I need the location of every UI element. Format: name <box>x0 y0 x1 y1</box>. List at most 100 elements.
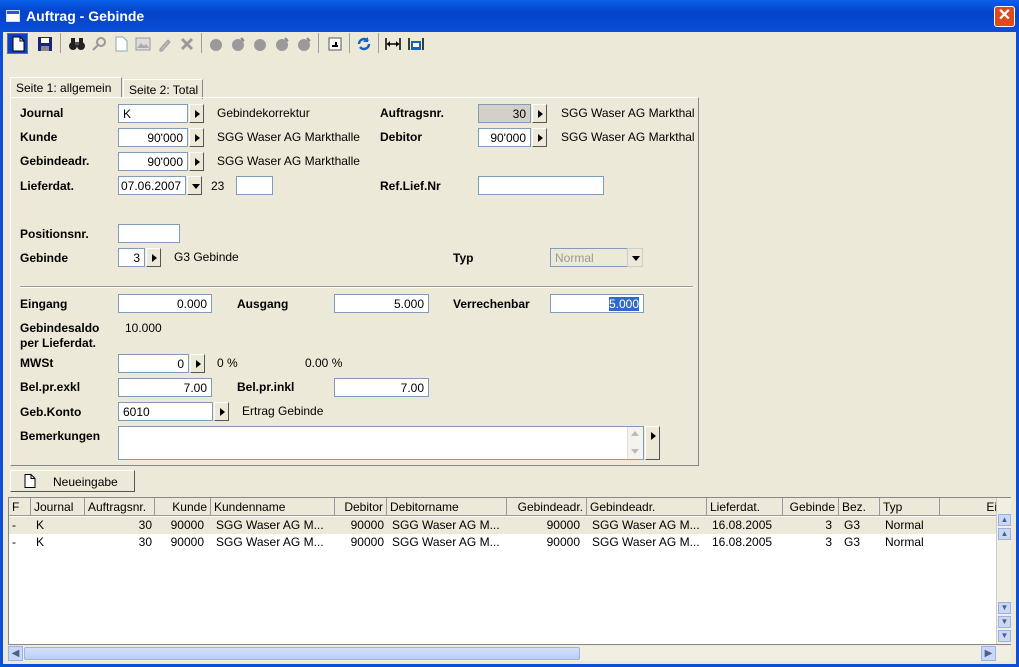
mwst-input[interactable]: 0 <box>118 354 189 373</box>
toolbar-separator <box>318 33 319 53</box>
circle-icon-5[interactable] <box>293 33 314 54</box>
gebindeadr-label: Gebindeadr. <box>20 154 90 168</box>
delete-icon[interactable] <box>176 33 197 54</box>
table-row[interactable]: - K 30 90000 SGG Waser AG M... 90000 SGG… <box>9 517 997 534</box>
bel-pr-exkl-input[interactable]: 7.00 <box>118 378 212 397</box>
tab-icon[interactable] <box>324 33 345 54</box>
column-header-debitor[interactable]: Debitor <box>335 498 387 516</box>
gebindeadr-input[interactable]: 90'000 <box>118 152 188 171</box>
scroll-down-icon <box>631 449 639 454</box>
positionsnr-input[interactable] <box>118 224 180 243</box>
ref-lief-nr-input[interactable] <box>478 176 604 195</box>
kunde-input[interactable]: 90'000 <box>118 128 188 147</box>
gebinde-arrow-button[interactable] <box>146 248 161 267</box>
save-icon[interactable] <box>34 33 55 54</box>
kunde-arrow-button[interactable] <box>189 128 204 147</box>
lieferdat-extra-input[interactable] <box>236 176 273 195</box>
neueingabe-button[interactable]: Neueingabe <box>10 470 135 492</box>
geb-konto-input[interactable]: 6010 <box>118 402 213 421</box>
column-header-ei[interactable]: Ei <box>940 498 1000 516</box>
circle-icon-3[interactable] <box>249 33 270 54</box>
mwst-arrow-button[interactable] <box>190 354 205 373</box>
auftragsnr-input[interactable]: 30 <box>478 104 531 123</box>
gebindesaldo-label-line2: per Lieferdat. <box>20 336 97 350</box>
journal-arrow-button[interactable] <box>189 104 204 123</box>
column-header-gebindeadr[interactable]: Gebindeadr. <box>507 498 587 516</box>
scroll-top-icon[interactable]: ▲ <box>998 514 1011 526</box>
verrechenbar-input[interactable]: 5.000 <box>550 294 644 313</box>
refresh-icon[interactable] <box>353 33 374 54</box>
new-document-icon[interactable] <box>7 33 28 54</box>
bemerkungen-scrollbar[interactable] <box>627 427 643 459</box>
gebindeadr-description: SGG Waser AG Markthalle <box>217 154 360 168</box>
edit-icon[interactable] <box>154 33 175 54</box>
column-header-gebinde[interactable]: Gebinde <box>783 498 839 516</box>
eingang-input[interactable]: 0.000 <box>118 294 212 313</box>
scroll-down-icon[interactable]: ▼ <box>998 602 1011 614</box>
expand-icon[interactable] <box>382 33 403 54</box>
column-header-gebindeadr-name[interactable]: Gebindeadr. <box>587 498 707 516</box>
verrechenbar-selected-text: 5.000 <box>608 297 639 311</box>
bemerkungen-textarea[interactable] <box>118 426 644 460</box>
circle-icon-1[interactable] <box>205 33 226 54</box>
column-header-debitorname[interactable]: Debitorname <box>387 498 507 516</box>
circle-icon-2[interactable] <box>227 33 248 54</box>
mwst-percent: 0 % <box>217 356 238 370</box>
scroll-left-icon[interactable]: ◀ <box>8 646 23 661</box>
data-grid[interactable]: F Journal Auftragsnr. Kunde Kundenname D… <box>8 497 1011 645</box>
column-header-typ[interactable]: Typ <box>880 498 940 516</box>
column-header-bez[interactable]: Bez. <box>839 498 880 516</box>
column-header-kundenname[interactable]: Kundenname <box>211 498 335 516</box>
bemerkungen-label: Bemerkungen <box>20 429 101 443</box>
tab-seite-2[interactable]: Seite 2: Total <box>123 79 203 99</box>
geb-konto-arrow-button[interactable] <box>214 402 229 421</box>
search-icon[interactable] <box>88 33 109 54</box>
positionsnr-label: Positionsnr. <box>20 227 89 241</box>
form-panel <box>10 97 699 466</box>
debitor-input[interactable]: 90'000 <box>478 128 531 147</box>
cell-kunde: 90000 <box>170 518 204 532</box>
mwst-percent-detail: 0.00 % <box>305 356 343 370</box>
lieferdat-dropdown-button[interactable] <box>187 176 202 195</box>
ref-lief-nr-label: Ref.Lief.Nr <box>380 179 441 193</box>
column-header-kunde[interactable]: Kunde <box>155 498 211 516</box>
close-button[interactable]: ✕ <box>994 6 1015 27</box>
grid-horizontal-scrollbar[interactable]: ◀ ▶ <box>8 646 1011 661</box>
auftragsnr-arrow-button[interactable] <box>532 104 547 123</box>
gebinde-input[interactable]: 3 <box>118 248 145 267</box>
table-row[interactable]: - K 30 90000 SGG Waser AG M... 90000 SGG… <box>9 534 997 551</box>
tab-seite-1[interactable]: Seite 1: allgemein <box>10 77 122 98</box>
cell-gebindeadr: 90000 <box>546 535 580 549</box>
column-header-lieferdat[interactable]: Lieferdat. <box>707 498 783 516</box>
cell-kundenname: SGG Waser AG M... <box>216 535 324 549</box>
column-header-journal[interactable]: Journal <box>31 498 85 516</box>
typ-dropdown-button[interactable] <box>627 248 643 267</box>
blank-page-icon[interactable] <box>110 33 131 54</box>
bemerkungen-arrow-button[interactable] <box>645 426 660 460</box>
grid-vertical-scrollbar[interactable]: ▲ ▲ ▼ ▼ ▼ <box>996 498 1011 644</box>
column-header-f[interactable]: F <box>9 498 31 516</box>
scroll-up-icon[interactable]: ▲ <box>998 528 1011 540</box>
debitor-arrow-button[interactable] <box>532 128 547 147</box>
journal-input[interactable]: K <box>118 104 188 123</box>
lieferdat-input[interactable]: 07.06.2007 <box>118 176 186 195</box>
scroll-thumb[interactable] <box>24 647 580 660</box>
fit-icon[interactable] <box>405 33 426 54</box>
circle-icon-4[interactable] <box>271 33 292 54</box>
scroll-right-icon[interactable]: ▶ <box>981 646 996 661</box>
gebinde-description: G3 Gebinde <box>174 250 239 264</box>
gebindesaldo-value: 10.000 <box>125 321 162 335</box>
image-icon[interactable] <box>132 33 153 54</box>
cell-bez: G3 <box>844 535 861 549</box>
binoculars-icon[interactable] <box>66 33 87 54</box>
debitor-label: Debitor <box>380 130 422 144</box>
scroll-bottom-icon[interactable]: ▼ <box>998 616 1011 628</box>
typ-select[interactable]: Normal <box>550 248 628 267</box>
scroll-end-icon[interactable]: ▼ <box>998 630 1011 642</box>
section-divider <box>20 286 693 288</box>
column-header-auftragsnr[interactable]: Auftragsnr. <box>85 498 155 516</box>
bel-pr-inkl-input[interactable]: 7.00 <box>334 378 429 397</box>
gebindeadr-arrow-button[interactable] <box>189 152 204 171</box>
ausgang-input[interactable]: 5.000 <box>334 294 429 313</box>
cell-debitorname: SGG Waser AG M... <box>392 518 500 532</box>
